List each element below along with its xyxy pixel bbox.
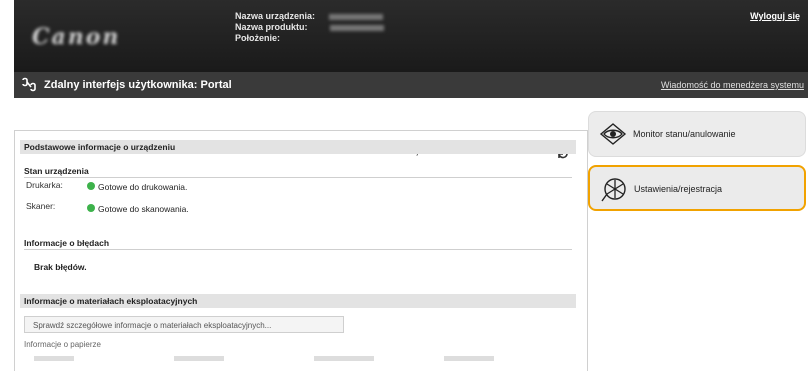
status-monitor-button[interactable]: Monitor stanu/anulowanie bbox=[588, 111, 806, 157]
eye-icon bbox=[599, 123, 627, 145]
consumables-header: Informacje o materiałach eksploatacyjnyc… bbox=[20, 294, 576, 308]
top-header: Canon Nazwa urządzenia: Nazwa produktu: … bbox=[14, 0, 808, 72]
admin-message-link[interactable]: Wiadomość do menedżera systemu bbox=[661, 80, 804, 90]
divider bbox=[24, 177, 572, 178]
scanner-label: Skaner: bbox=[26, 201, 56, 211]
printer-status-icon bbox=[87, 182, 95, 190]
main-panel bbox=[14, 130, 588, 371]
status-monitor-label: Monitor stanu/anulowanie bbox=[633, 129, 736, 139]
scanner-status: Gotowe do skanowania. bbox=[98, 204, 189, 214]
settings-registration-button[interactable]: Ustawienia/rejestracja bbox=[588, 165, 806, 211]
portal-icon bbox=[22, 77, 36, 92]
errors-value: Brak błędów. bbox=[34, 262, 87, 272]
product-name-value-blurred bbox=[329, 24, 384, 31]
consumables-details-button[interactable]: Sprawdź szczegółowe informacje o materia… bbox=[24, 316, 344, 333]
brand-logo: Canon bbox=[32, 24, 121, 50]
paper-info-label: Informacje o papierze bbox=[24, 340, 101, 349]
basic-info-header: Podstawowe informacje o urządzeniu bbox=[20, 140, 576, 154]
scanner-status-icon bbox=[87, 204, 95, 212]
paper-table-header-faded bbox=[24, 354, 544, 363]
device-info: Nazwa urządzenia: Nazwa produktu: Położe… bbox=[235, 11, 384, 44]
logout-link[interactable]: Wyloguj się bbox=[750, 11, 800, 21]
printer-status: Gotowe do drukowania. bbox=[98, 182, 188, 192]
device-name-label: Nazwa urządzenia: bbox=[235, 11, 316, 21]
portal-title: Zdalny interfejs użytkownika: Portal bbox=[44, 79, 232, 91]
printer-label: Drukarka: bbox=[26, 180, 63, 190]
settings-icon bbox=[601, 178, 626, 202]
product-name-label: Nazwa produktu: bbox=[235, 22, 308, 32]
location-label: Położenie: bbox=[235, 33, 281, 43]
device-name-value-blurred bbox=[329, 13, 384, 20]
portal-bar: Zdalny interfejs użytkownika: Portal Wia… bbox=[14, 72, 808, 98]
errors-title: Informacje o błędach bbox=[24, 238, 110, 248]
device-state-title: Stan urządzenia bbox=[24, 166, 89, 176]
divider bbox=[24, 249, 572, 250]
settings-registration-label: Ustawienia/rejestracja bbox=[634, 184, 723, 194]
